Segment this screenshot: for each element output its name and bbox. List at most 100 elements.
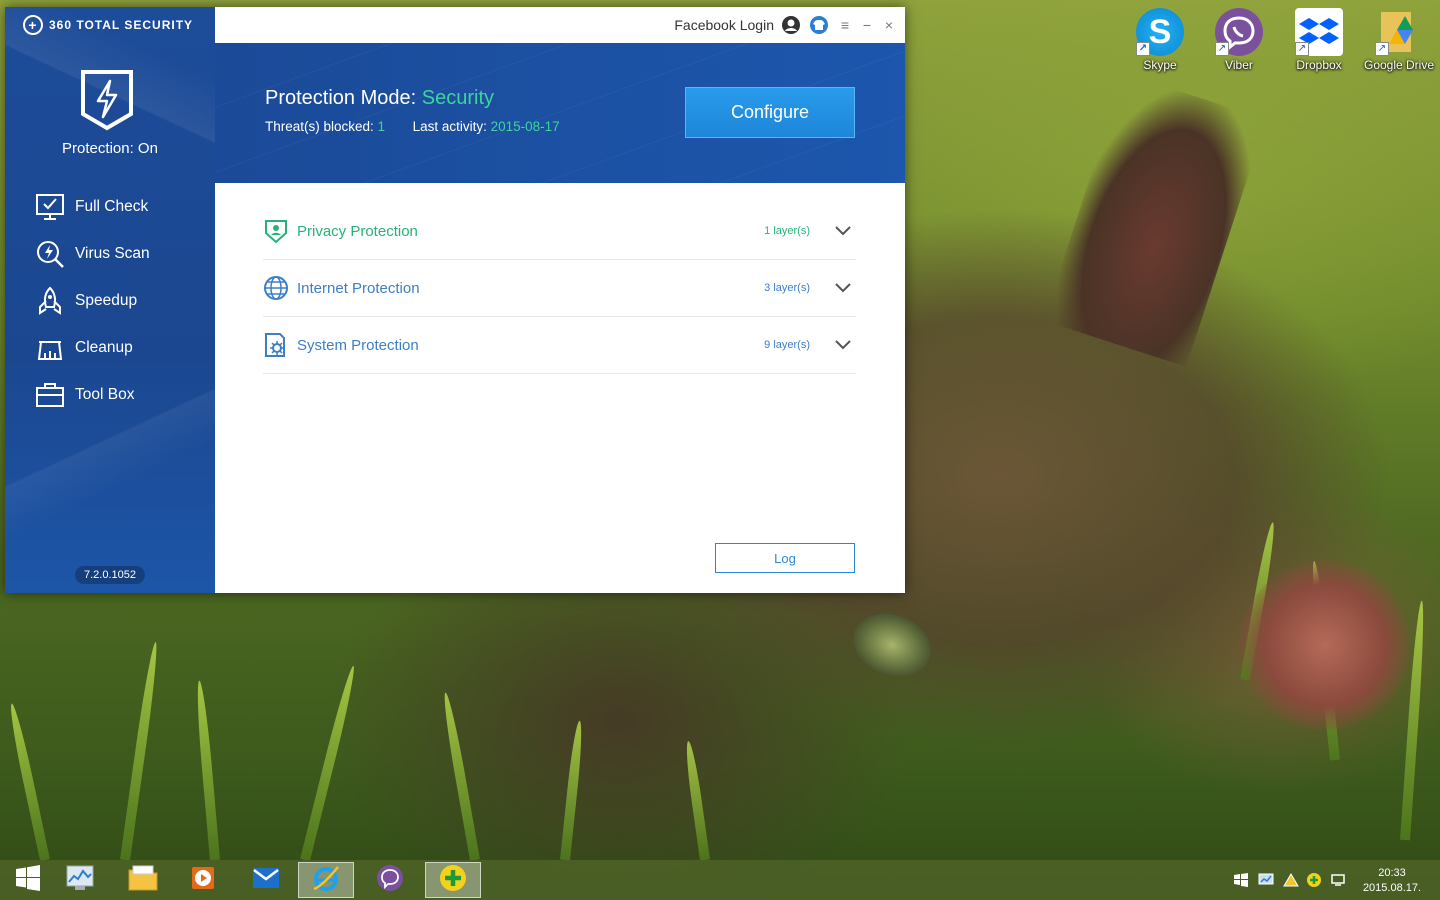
version-badge: 7.2.0.1052 (75, 566, 145, 584)
toolbox-icon (35, 380, 65, 410)
start-icon (15, 864, 41, 896)
cat-ear (1043, 73, 1267, 367)
grass-blade (120, 641, 161, 860)
activity-value: 2015-08-17 (490, 119, 560, 134)
viber-icon (375, 863, 405, 898)
nav-label: Speedup (75, 291, 138, 309)
sidebar-nav: Full Check Virus Scan Speedup Cleanup To… (5, 183, 215, 418)
protection-name: Privacy Protection (297, 222, 418, 240)
nav-item-cleanup[interactable]: Cleanup (5, 324, 215, 371)
nav-label: Cleanup (75, 338, 133, 356)
facebook-login-link[interactable]: Facebook Login (674, 17, 774, 33)
layer-count: 1 layer(s) (764, 225, 810, 237)
skype-icon: S ↗ (1136, 8, 1184, 56)
internet-explorer-icon (311, 863, 341, 898)
menu-icon[interactable]: ≡ (835, 15, 855, 35)
nav-item-virus-scan[interactable]: Virus Scan (5, 230, 215, 277)
activity-label: Last activity: (412, 119, 491, 134)
taskbar: 20:33 2015.08.17. (0, 860, 1440, 900)
minimize-button[interactable]: − (857, 15, 877, 35)
taskbar-internet-explorer[interactable] (298, 862, 354, 898)
grass-blade (300, 664, 359, 860)
speedup-icon (35, 286, 65, 316)
grass-blade (6, 702, 50, 860)
titlebar: Facebook Login ≡ − × (215, 7, 905, 43)
protection-name: Internet Protection (297, 279, 420, 297)
cat-nose (1240, 560, 1410, 730)
grass-blade (194, 680, 220, 860)
protection-mode: Protection Mode: Security (265, 87, 494, 110)
mail-icon (252, 866, 280, 895)
desktop-icon-skype[interactable]: S ↗ Skype (1121, 8, 1199, 72)
threats-value: 1 (377, 119, 386, 134)
privacy-shield-icon (263, 218, 289, 244)
tray-network-icon[interactable] (1329, 871, 1347, 889)
tray-windows-flag-icon[interactable] (1232, 871, 1250, 889)
threats-label: Threat(s) blocked: (265, 119, 378, 134)
protection-mode-label: Protection Mode: (265, 87, 422, 109)
protection-row-privacy[interactable]: Privacy Protection 1 layer(s) (263, 203, 856, 260)
desktop-icon-google-drive[interactable]: ↗ Google Drive (1360, 8, 1438, 72)
skin-shirt-icon[interactable] (809, 15, 829, 35)
layer-count: 9 layer(s) (764, 339, 810, 351)
taskbar-resource-monitor[interactable] (52, 862, 108, 898)
protection-banner: Protection Mode: Security Threat(s) bloc… (215, 43, 905, 183)
start-button[interactable] (0, 862, 56, 898)
chevron-down-icon[interactable] (830, 226, 856, 236)
cat-eye (844, 603, 940, 687)
grass-blade (683, 740, 710, 860)
log-button[interactable]: Log (715, 543, 855, 573)
protection-row-internet[interactable]: Internet Protection 3 layer(s) (263, 260, 856, 317)
desktop-icon-viber[interactable]: ↗ Viber (1200, 8, 1278, 72)
desktop-icon-label: Skype (1143, 58, 1177, 72)
layer-count: 3 layer(s) (764, 282, 810, 294)
taskbar-viber[interactable] (362, 862, 418, 898)
protection-mode-value: Security (421, 87, 494, 109)
nav-item-speedup[interactable]: Speedup (5, 277, 215, 324)
tray-network-monitor-icon[interactable] (1257, 871, 1275, 889)
app-window: + 360 TOTAL SECURITY Protection: On Full… (5, 7, 905, 593)
protection-name: System Protection (297, 336, 419, 354)
clock-time: 20:33 (1378, 867, 1406, 879)
configure-button[interactable]: Configure (685, 87, 855, 138)
chevron-down-icon[interactable] (830, 340, 856, 350)
desktop-icon-label: Viber (1225, 58, 1253, 72)
protection-shield-icon (81, 70, 133, 131)
protection-status: Protection: On (62, 140, 158, 157)
taskbar-media-player[interactable] (175, 862, 231, 898)
sidebar: + 360 TOTAL SECURITY Protection: On Full… (5, 7, 215, 593)
360-total-security-icon (438, 863, 468, 898)
grass-blade (560, 720, 585, 860)
google-drive-icon: ↗ (1375, 8, 1423, 56)
grass-blade (440, 691, 480, 860)
file-explorer-icon (127, 864, 159, 897)
full-check-icon (35, 192, 65, 222)
media-player-icon (189, 864, 217, 897)
desktop-icon-dropbox[interactable]: ↗ Dropbox (1280, 8, 1358, 72)
globe-icon (263, 275, 289, 301)
nav-label: Virus Scan (75, 244, 150, 262)
chevron-down-icon[interactable] (830, 283, 856, 293)
desktop-icon-label: Google Drive (1363, 58, 1435, 72)
taskbar-mail[interactable] (238, 862, 294, 898)
tray-360-security-icon[interactable] (1305, 871, 1323, 889)
cleanup-icon (35, 333, 65, 363)
nav-label: Tool Box (75, 385, 135, 403)
system-clock[interactable]: 20:33 2015.08.17. (1356, 866, 1428, 896)
taskbar-360-total-security[interactable] (425, 862, 481, 898)
clock-date: 2015.08.17. (1362, 882, 1422, 894)
tray-warning-icon[interactable] (1282, 871, 1300, 889)
close-button[interactable]: × (879, 15, 899, 35)
plus-logo-icon: + (23, 15, 43, 35)
system-gear-icon (263, 332, 289, 358)
viber-icon: ↗ (1215, 8, 1263, 56)
user-avatar-icon[interactable] (781, 15, 801, 35)
taskbar-file-explorer[interactable] (115, 862, 171, 898)
nav-item-toolbox[interactable]: Tool Box (5, 371, 215, 418)
virus-scan-icon (35, 239, 65, 269)
protection-list: Privacy Protection 1 layer(s) Internet P… (215, 183, 905, 593)
protection-row-system[interactable]: System Protection 9 layer(s) (263, 317, 856, 374)
brand-name: 360 TOTAL SECURITY (49, 18, 194, 32)
desktop-icon-label: Dropbox (1296, 58, 1342, 72)
nav-item-full-check[interactable]: Full Check (5, 183, 215, 230)
